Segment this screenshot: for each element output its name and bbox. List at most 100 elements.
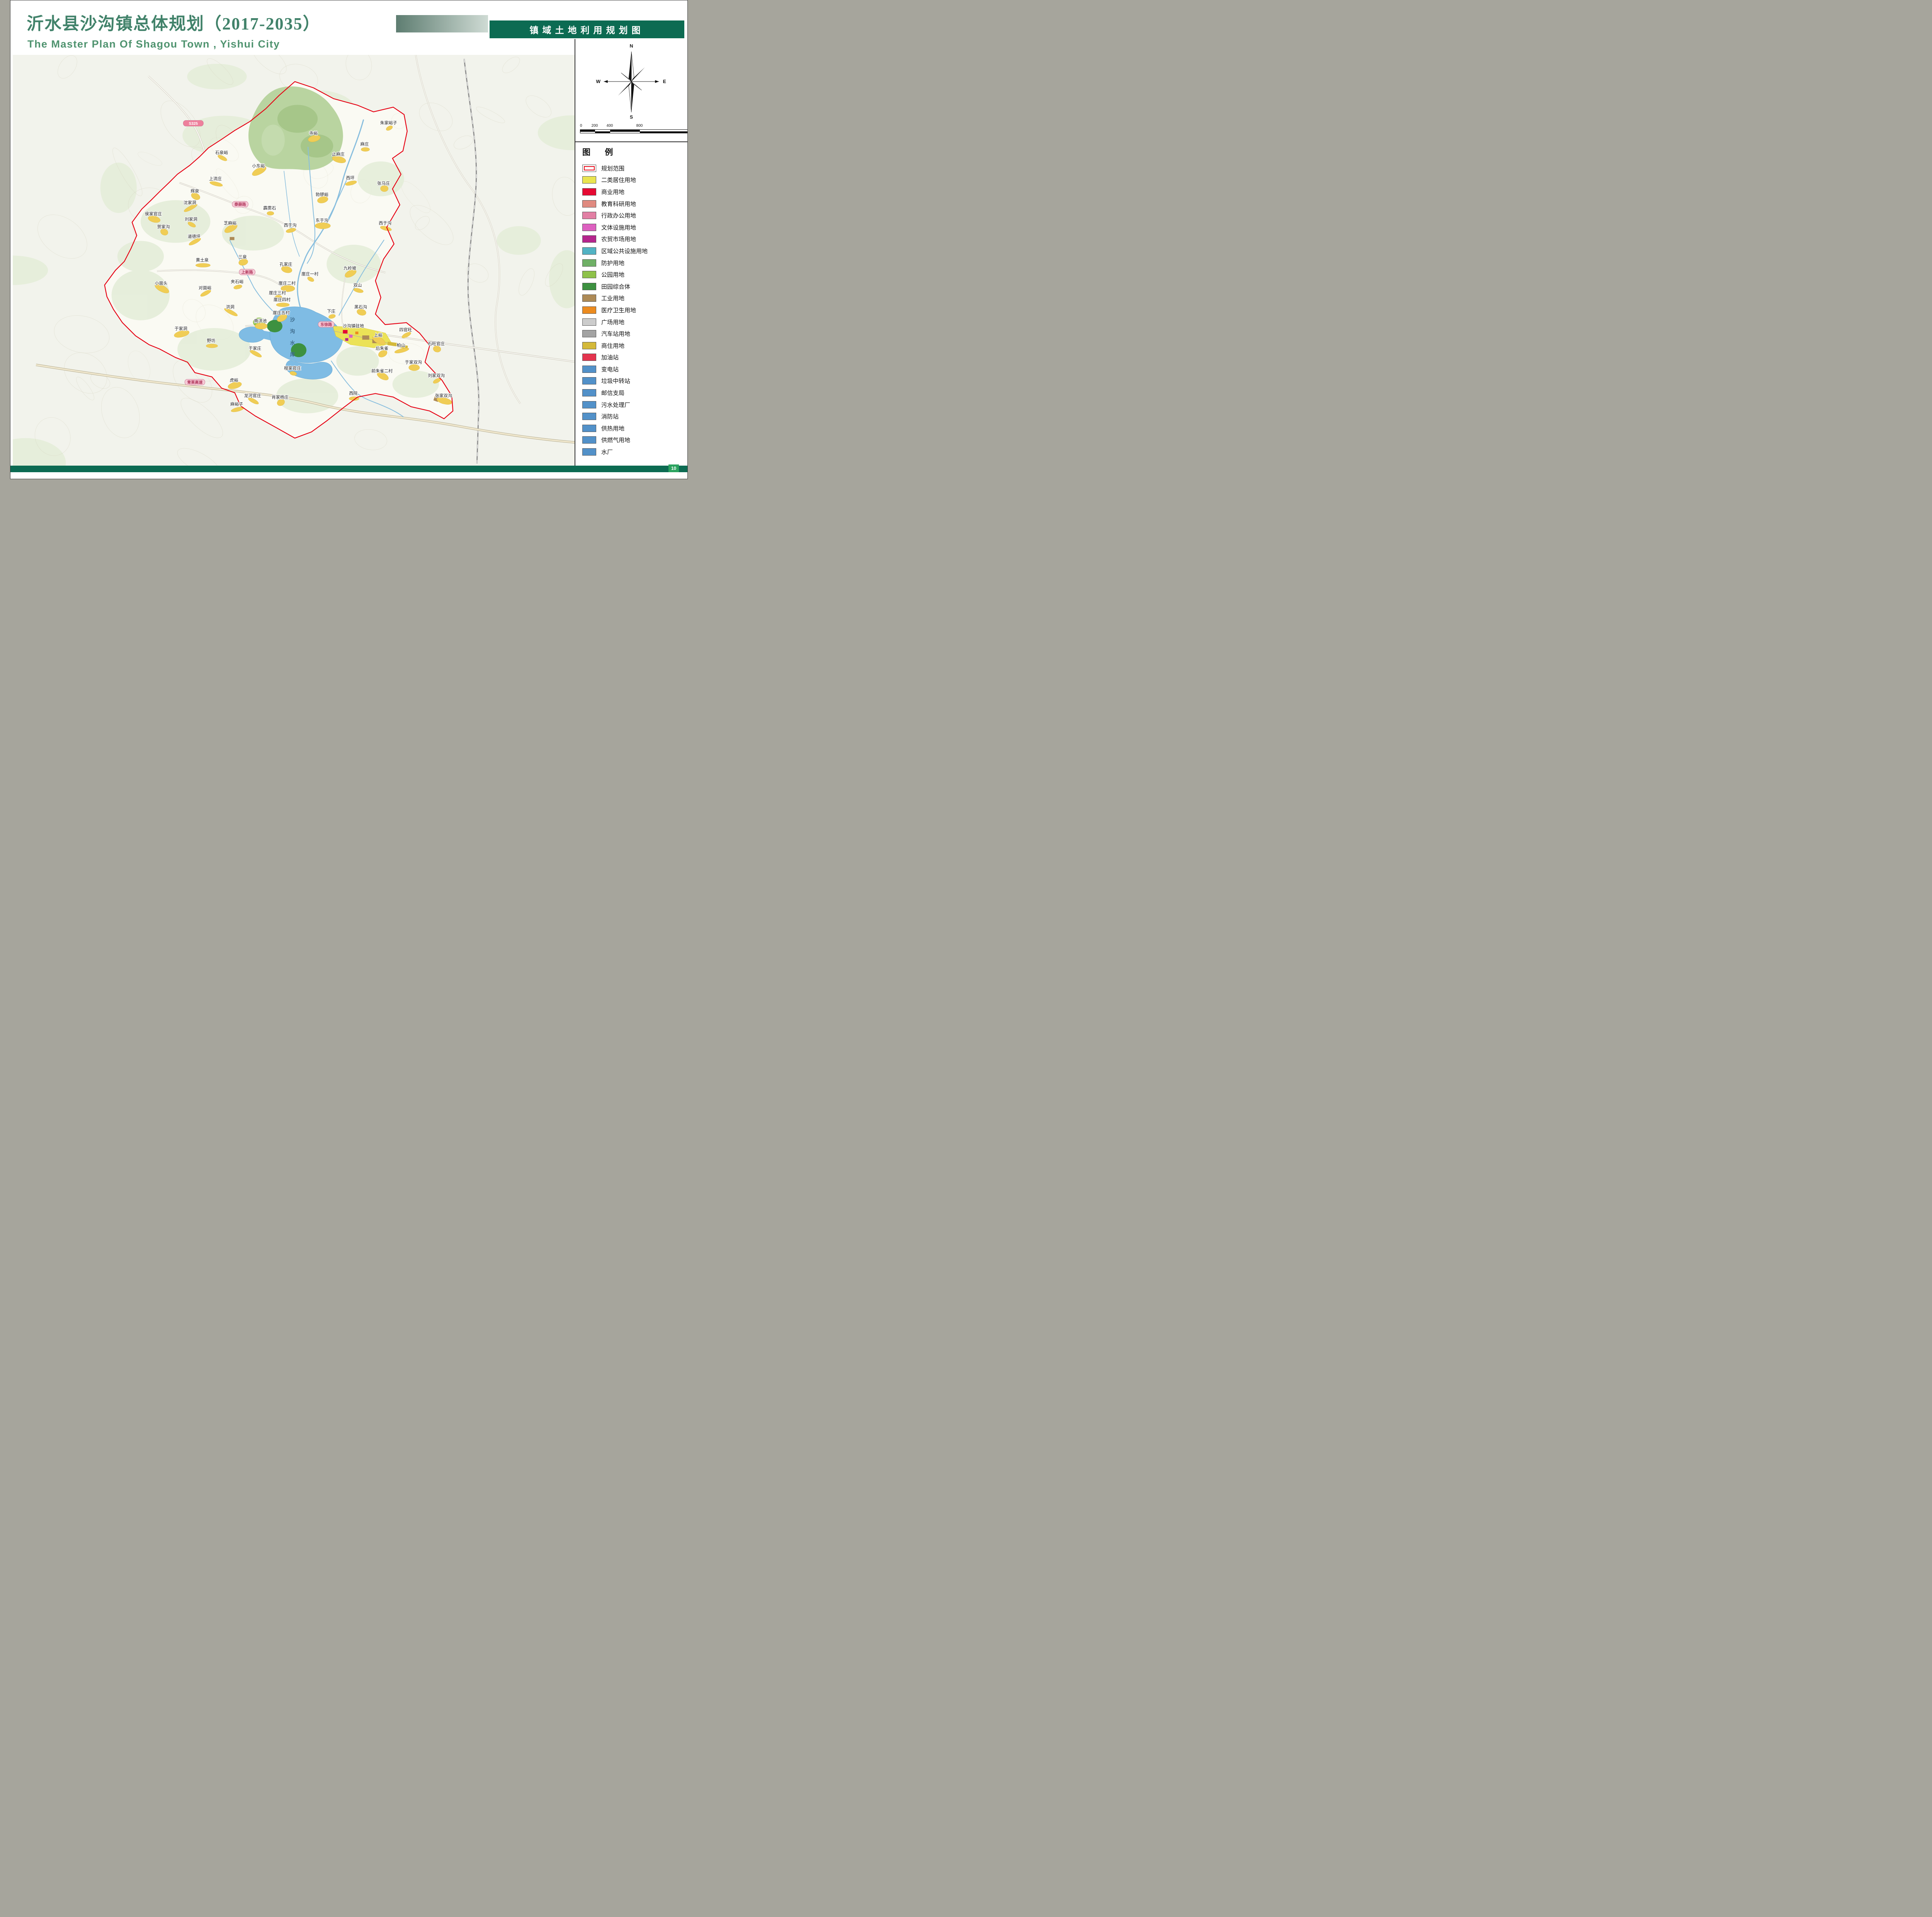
legend-swatch: [582, 294, 596, 302]
map-label: 于家庄: [248, 345, 261, 351]
legend-label: 区域公共设施用地: [601, 247, 648, 255]
scale-segment: [595, 130, 610, 131]
map-label: 上流庄: [209, 176, 222, 181]
village-area: [206, 344, 218, 348]
map-label: 石旺官庄: [428, 341, 445, 346]
map-label: 前朱雀二村: [371, 368, 393, 373]
map-label: 西坪: [346, 175, 354, 180]
map-label: 刘家双沟: [428, 373, 445, 378]
road-badge-label: S325: [189, 122, 198, 126]
scale-label: 200: [592, 124, 598, 128]
legend-item: 规划范围: [580, 162, 683, 174]
map-label: 四官旺: [399, 327, 412, 332]
map-label: 侯家官庄: [145, 211, 162, 216]
legend-title: 图 例: [582, 146, 683, 158]
legend-label: 水厂: [601, 448, 613, 456]
reservoir-label-char: 水: [290, 340, 295, 346]
scale-label: 800: [636, 124, 643, 128]
legend: 图 例 规划范围二类居住用地商业用地教育科研用地行政办公用地文体设施用地农贸市场…: [580, 146, 683, 458]
map-label: 于家双沟: [405, 359, 422, 365]
map-label: 洪洞: [226, 304, 235, 310]
legend-label: 农贸市场用地: [601, 235, 636, 243]
legend-swatch: [582, 165, 596, 172]
legend-label: 田园综合体: [601, 282, 630, 291]
legend-swatch: [582, 330, 596, 337]
legend-list: 规划范围二类居住用地商业用地教育科研用地行政办公用地文体设施用地农贸市场用地区域…: [580, 162, 683, 458]
legend-swatch: [582, 212, 596, 219]
map-label: 程家官庄: [284, 365, 301, 371]
legend-item: 汽车站用地: [580, 328, 683, 340]
legend-label: 规划范围: [601, 164, 624, 172]
map-label: 于家洞: [175, 326, 187, 331]
scale-label: 0: [580, 124, 582, 128]
map-label: 崖庄三村: [269, 290, 286, 296]
map-label: 勃锣峪: [316, 192, 328, 197]
legend-item: 垃圾中转站: [580, 375, 683, 387]
map-label: 西于沟: [379, 221, 391, 226]
map-label: 柏山: [397, 342, 405, 348]
road-badge-label: 泰薛路: [234, 202, 247, 207]
scale-label: 400: [607, 124, 613, 128]
map-label: 崖庄五村: [273, 310, 290, 315]
road-badge-label: 上新路: [242, 270, 253, 275]
map-label: 张马庄: [377, 180, 390, 186]
road-badge-label: 东徐路: [320, 322, 332, 327]
village-area: [381, 185, 388, 192]
map-label: 寺峪: [309, 131, 318, 136]
legend-swatch: [582, 224, 596, 231]
legend-label: 商住用地: [601, 342, 624, 350]
map-label: 小东峪: [252, 163, 265, 168]
map-label: 张家双沟: [435, 393, 452, 398]
legend-label: 公园用地: [601, 270, 624, 279]
map-label: 麻峪子: [230, 401, 243, 407]
legend-label: 供燃气用地: [601, 436, 630, 444]
map-sidebar: N S W E 02004008001600m: [575, 39, 687, 466]
village-area: [255, 323, 267, 329]
terrain-tint: [100, 163, 137, 213]
map-label: 麻庄: [360, 141, 369, 147]
legend-label: 防护用地: [601, 259, 624, 267]
village-area: [409, 364, 420, 371]
map-label: 九岭坡: [344, 265, 356, 271]
map-label: 贺家沟: [157, 224, 170, 229]
legend-item: 二类居住用地: [580, 174, 683, 186]
legend-item: 供热用地: [580, 422, 683, 434]
map-label: 西院: [349, 390, 357, 396]
legend-swatch: [582, 342, 596, 349]
village-area: [267, 211, 274, 215]
header-gradient-bar: [396, 15, 488, 32]
legend-label: 汽车站用地: [601, 330, 630, 338]
legend-swatch: [582, 259, 596, 267]
map-label: 上峪: [374, 333, 383, 338]
sidebar-divider: [575, 141, 687, 142]
map-label: 霹雳石: [263, 206, 276, 211]
scale-segment: [580, 132, 595, 133]
map-label: 黑石沟: [354, 304, 367, 310]
compass-rose: N S W E: [580, 43, 683, 122]
map-label: 芝麻峪: [224, 220, 236, 226]
map-label: 沙沟镇驻地: [343, 323, 364, 328]
legend-item: 行政办公用地: [580, 209, 683, 221]
compass-south-label: S: [630, 114, 633, 120]
legend-label: 教育科研用地: [601, 200, 636, 208]
map-label: 下庄: [327, 308, 335, 314]
legend-label: 变电站: [601, 365, 619, 373]
legend-label: 工业用地: [601, 294, 624, 302]
legend-item: 消防站: [580, 410, 683, 422]
legend-swatch: [582, 354, 596, 361]
legend-item: 商住用地: [580, 340, 683, 352]
map-label: 双山: [353, 283, 362, 288]
legend-swatch: [582, 188, 596, 196]
legend-swatch: [582, 389, 596, 396]
map-label: 虎峪: [230, 378, 238, 383]
legend-label: 二类居住用地: [601, 176, 636, 184]
village-area: [276, 303, 289, 307]
legend-item: 水厂: [580, 446, 683, 458]
map-label: 野坊: [207, 338, 215, 343]
legend-swatch: [582, 235, 596, 243]
land-use-map: 沙沟水库 朱家峪子寺峪麻庄止麻庄石泉峪小东峪西坪张马庄上流庄辉泉沈家洞勃锣峪霹雳…: [13, 55, 575, 466]
legend-item: 农贸市场用地: [580, 233, 683, 245]
legend-label: 污水处理厂: [601, 401, 630, 409]
legend-label: 广场用地: [601, 318, 624, 326]
village-area: [361, 148, 369, 151]
